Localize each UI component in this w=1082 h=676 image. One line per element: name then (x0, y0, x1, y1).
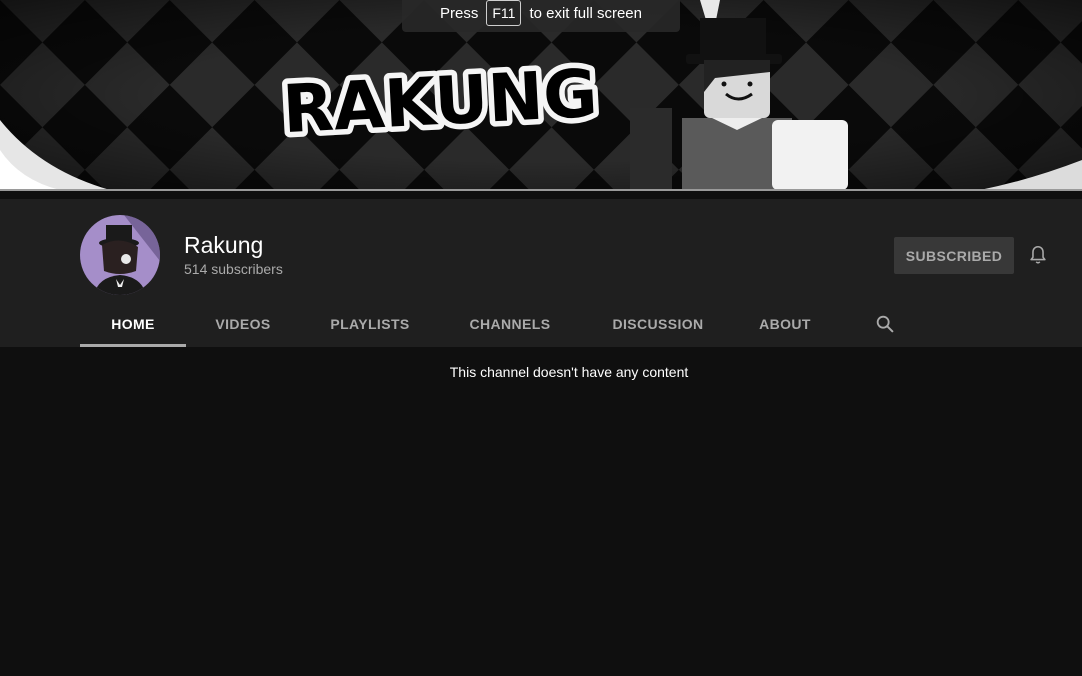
banner-divider (0, 189, 1082, 191)
tab-channels[interactable]: CHANNELS (458, 303, 562, 345)
channel-avatar[interactable] (80, 215, 160, 295)
tab-discussion[interactable]: DISCUSSION (598, 303, 718, 345)
tab-home[interactable]: HOME (80, 303, 186, 345)
fullscreen-notice: Press F11 to exit full screen (402, 0, 680, 32)
search-icon[interactable] (874, 313, 896, 335)
channel-header: Rakung 514 subscribers SUBSCRIBED HOME V… (0, 199, 1082, 347)
active-tab-indicator (80, 344, 186, 347)
tab-playlists[interactable]: PLAYLISTS (316, 303, 424, 345)
bell-icon[interactable] (1027, 244, 1049, 266)
fullscreen-suffix-text: to exit full screen (529, 4, 642, 22)
fullscreen-press-text: Press (440, 4, 479, 22)
empty-content-message: This channel doesn't have any content (449, 364, 689, 380)
banner-title: RAKUNG (281, 55, 599, 148)
tab-about[interactable]: ABOUT (750, 303, 820, 345)
channel-name: Rakung (184, 232, 264, 258)
subscribed-button[interactable]: SUBSCRIBED (894, 237, 1014, 274)
fullscreen-key: F11 (486, 0, 522, 26)
subscriber-count: 514 subscribers (184, 261, 283, 277)
tab-videos[interactable]: VIDEOS (204, 303, 282, 345)
